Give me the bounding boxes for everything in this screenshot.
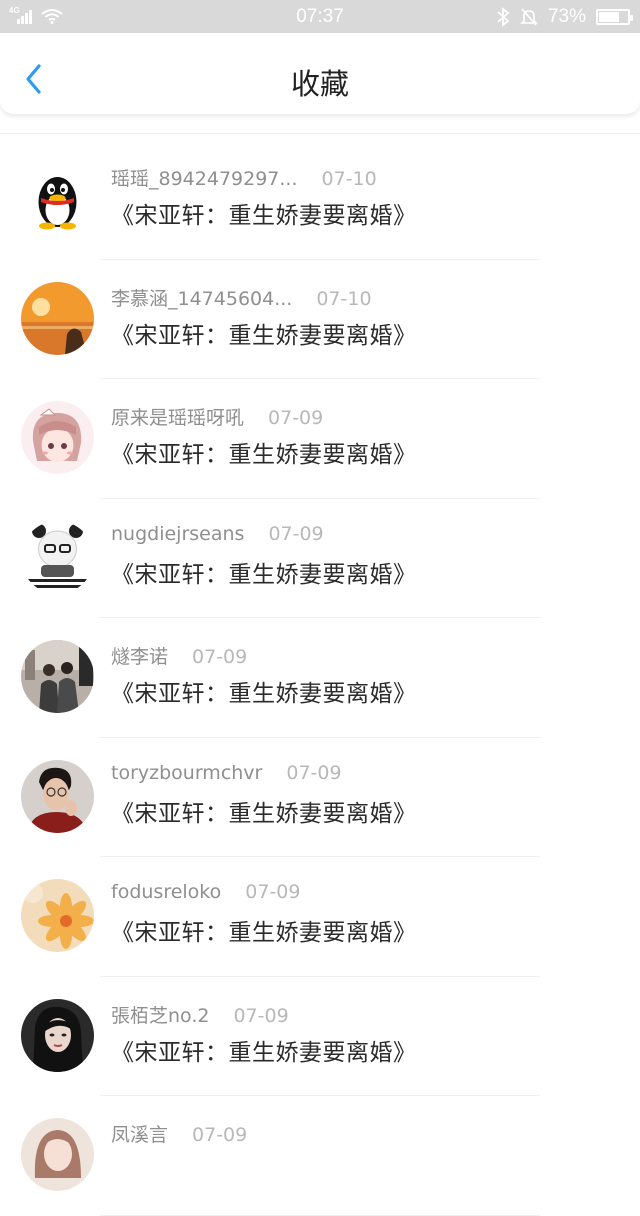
list-item[interactable]: 李慕涵_14745604... 07-10 《宋亚轩：重生娇妻要离婚》 bbox=[0, 260, 640, 379]
avatar[interactable] bbox=[21, 281, 94, 355]
favorite-content[interactable]: 《宋亚轩：重生娇妻要离婚》 bbox=[111, 196, 417, 230]
item-meta: 張栢芝no.2 07-09 bbox=[111, 1001, 289, 1028]
favorite-content[interactable]: 《宋亚轩：重生娇妻要离婚》 bbox=[111, 316, 417, 350]
username[interactable]: 凤溪言 bbox=[111, 1120, 168, 1147]
avatar[interactable] bbox=[21, 401, 94, 474]
battery-percent: 73% bbox=[547, 6, 586, 27]
item-meta: fodusreloko 07-09 bbox=[111, 881, 300, 903]
date: 07-09 bbox=[268, 407, 324, 429]
date: 07-09 bbox=[192, 646, 248, 668]
date: 07-10 bbox=[321, 168, 377, 190]
username[interactable]: fodusreloko bbox=[111, 881, 221, 903]
favorite-content[interactable]: 《宋亚轩：重生娇妻要离婚》 bbox=[111, 555, 417, 589]
date: 07-09 bbox=[233, 1004, 289, 1027]
username[interactable]: 李慕涵_14745604... bbox=[111, 284, 292, 311]
item-meta: 瑶瑶_8942479297... 07-10 bbox=[111, 164, 377, 191]
favorite-content[interactable]: 《宋亚轩：重生娇妻要离婚》 bbox=[111, 435, 417, 469]
list-item[interactable]: 燧李诺 07-09 《宋亚轩：重生娇妻要离婚》 bbox=[0, 618, 640, 738]
battery-fill bbox=[599, 12, 620, 22]
username[interactable]: 燧李诺 bbox=[111, 642, 168, 669]
item-meta: 李慕涵_14745604... 07-10 bbox=[111, 284, 372, 311]
mute-icon bbox=[520, 8, 538, 26]
list-item[interactable]: 原来是瑶瑶呀吼 07-09 《宋亚轩：重生娇妻要离婚》 bbox=[0, 379, 640, 499]
username[interactable]: toryzbourmchvr bbox=[111, 762, 262, 784]
favorite-content[interactable]: 《宋亚轩：重生娇妻要离婚》 bbox=[111, 1033, 417, 1067]
avatar[interactable] bbox=[21, 640, 94, 713]
avatar[interactable] bbox=[21, 998, 94, 1072]
favorites-list: 瑶瑶_8942479297... 07-10 《宋亚轩：重生娇妻要离婚》 李慕涵_1… bbox=[0, 140, 640, 1216]
avatar[interactable] bbox=[21, 520, 94, 594]
list-item[interactable]: nugdiejrseans 07-09 《宋亚轩：重生娇妻要离婚》 bbox=[0, 499, 640, 618]
item-meta: nugdiejrseans 07-09 bbox=[111, 523, 324, 545]
header-divider bbox=[0, 133, 640, 134]
username[interactable]: 瑶瑶_8942479297... bbox=[111, 164, 298, 191]
list-item[interactable]: 凤溪言 07-09 bbox=[0, 1096, 640, 1216]
status-bar: 4G 07:37 73% bbox=[0, 0, 640, 33]
favorite-content[interactable]: 《宋亚轩：重生娇妻要离婚》 bbox=[111, 674, 417, 708]
item-meta: 燧李诺 07-09 bbox=[111, 642, 247, 669]
avatar[interactable] bbox=[21, 1118, 94, 1191]
status-right: 73% bbox=[496, 6, 633, 28]
favorite-content[interactable]: 《宋亚轩：重生娇妻要离婚》 bbox=[111, 913, 417, 947]
username[interactable]: nugdiejrseans bbox=[111, 523, 244, 545]
date: 07-09 bbox=[286, 761, 342, 784]
item-meta: 原来是瑶瑶呀吼 07-09 bbox=[111, 403, 323, 430]
favorite-content[interactable]: 《宋亚轩：重生娇妻要离婚》 bbox=[111, 794, 417, 828]
list-item[interactable]: fodusreloko 07-09 《宋亚轩：重生娇妻要离婚》 bbox=[0, 857, 640, 977]
date: 07-09 bbox=[192, 1124, 248, 1146]
divider bbox=[100, 1214, 540, 1216]
list-item[interactable]: 張栢芝no.2 07-09 《宋亚轩：重生娇妻要离婚》 bbox=[0, 977, 640, 1096]
avatar[interactable] bbox=[21, 759, 94, 833]
page-title: 收藏 bbox=[290, 67, 349, 101]
list-item[interactable]: toryzbourmchvr 07-09 《宋亚轩：重生娇妻要离婚》 bbox=[0, 738, 640, 857]
date: 07-09 bbox=[268, 522, 324, 545]
item-meta: toryzbourmchvr 07-09 bbox=[111, 762, 342, 784]
avatar[interactable] bbox=[21, 162, 94, 235]
nav-header: 收藏 bbox=[0, 33, 640, 115]
battery-icon bbox=[596, 9, 633, 25]
item-meta: 凤溪言 07-09 bbox=[111, 1120, 247, 1147]
bluetooth-icon bbox=[497, 7, 510, 27]
username[interactable]: 原来是瑶瑶呀吼 bbox=[111, 403, 244, 430]
list-item[interactable]: 瑶瑶_8942479297... 07-10 《宋亚轩：重生娇妻要离婚》 bbox=[0, 140, 640, 260]
date: 07-10 bbox=[316, 287, 372, 310]
username[interactable]: 張栢芝no.2 bbox=[111, 1001, 209, 1028]
avatar[interactable] bbox=[21, 879, 94, 952]
date: 07-09 bbox=[245, 881, 301, 903]
